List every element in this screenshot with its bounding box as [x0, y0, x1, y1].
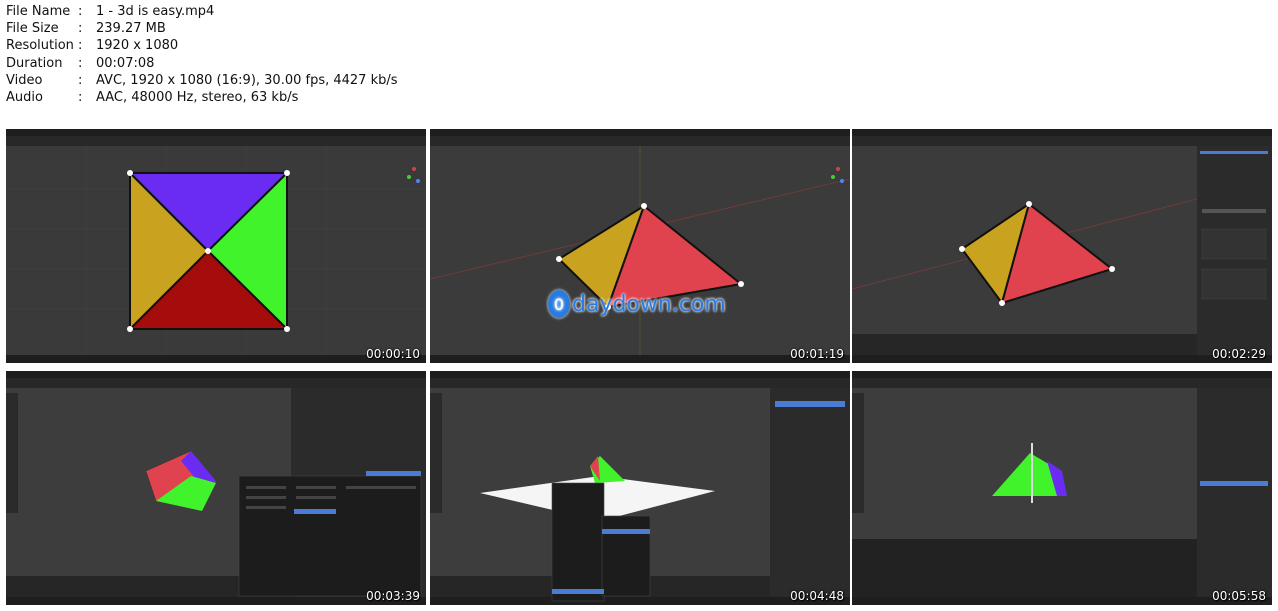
info-value: AAC, 48000 Hz, stereo, 63 kb/s: [96, 90, 299, 106]
thumbnail-1[interactable]: 00:00:10: [6, 129, 426, 363]
info-row-audio: Audio : AAC, 48000 Hz, stereo, 63 kb/s: [6, 89, 398, 106]
timestamp: 00:02:29: [1212, 347, 1266, 361]
info-value: AVC, 1920 x 1080 (16:9), 30.00 fps, 4427…: [96, 72, 398, 88]
info-colon: :: [78, 90, 83, 106]
timestamp: 00:00:10: [366, 347, 420, 361]
info-row-video: Video : AVC, 1920 x 1080 (16:9), 30.00 f…: [6, 72, 398, 89]
blender-screenshot: [6, 371, 426, 605]
watermark: 0 daydown.com: [548, 290, 726, 318]
thumbnail-2[interactable]: 00:01:19: [430, 129, 850, 363]
info-row-duration: Duration : 00:07:08: [6, 55, 398, 72]
info-colon: :: [78, 55, 83, 71]
file-info: File Name : 1 - 3d is easy.mp4 File Size…: [6, 3, 398, 106]
watermark-icon: 0: [548, 290, 570, 318]
timestamp: 00:01:19: [790, 347, 844, 361]
info-key: Video: [6, 72, 43, 88]
info-row-resolution: Resolution : 1920 x 1080: [6, 37, 398, 54]
thumbnail-6[interactable]: 00:05:58: [852, 371, 1272, 605]
info-key: File Name: [6, 4, 71, 19]
info-colon: :: [78, 38, 83, 54]
info-colon: :: [78, 21, 83, 37]
info-value: 1 - 3d is easy.mp4: [96, 4, 215, 19]
info-key: Audio: [6, 90, 43, 106]
blender-screenshot: [430, 129, 850, 363]
info-value: 1920 x 1080: [96, 38, 179, 54]
timestamp: 00:05:58: [1212, 589, 1266, 603]
info-key: Resolution: [6, 38, 74, 54]
info-key: File Size: [6, 21, 59, 37]
blender-screenshot: [852, 371, 1272, 605]
info-row-file-size: File Size : 239.27 MB: [6, 20, 398, 37]
info-value: 239.27 MB: [96, 21, 166, 37]
thumbnail-4[interactable]: 00:03:39: [6, 371, 426, 605]
thumbnail-3[interactable]: 00:02:29: [852, 129, 1272, 363]
thumbnail-5[interactable]: 0 00:04:48: [430, 371, 850, 605]
timestamp: 00:04:48: [790, 589, 844, 603]
info-colon: :: [78, 72, 83, 88]
blender-screenshot: [6, 129, 426, 363]
blender-screenshot: [852, 129, 1272, 363]
watermark-text: daydown.com: [572, 291, 726, 317]
info-value: 00:07:08: [96, 55, 155, 71]
timestamp: 00:03:39: [366, 589, 420, 603]
info-key: Duration: [6, 55, 63, 71]
info-row-file-name: File Name : 1 - 3d is easy.mp4: [6, 3, 398, 20]
info-colon: :: [78, 4, 83, 19]
blender-screenshot: [430, 371, 850, 605]
